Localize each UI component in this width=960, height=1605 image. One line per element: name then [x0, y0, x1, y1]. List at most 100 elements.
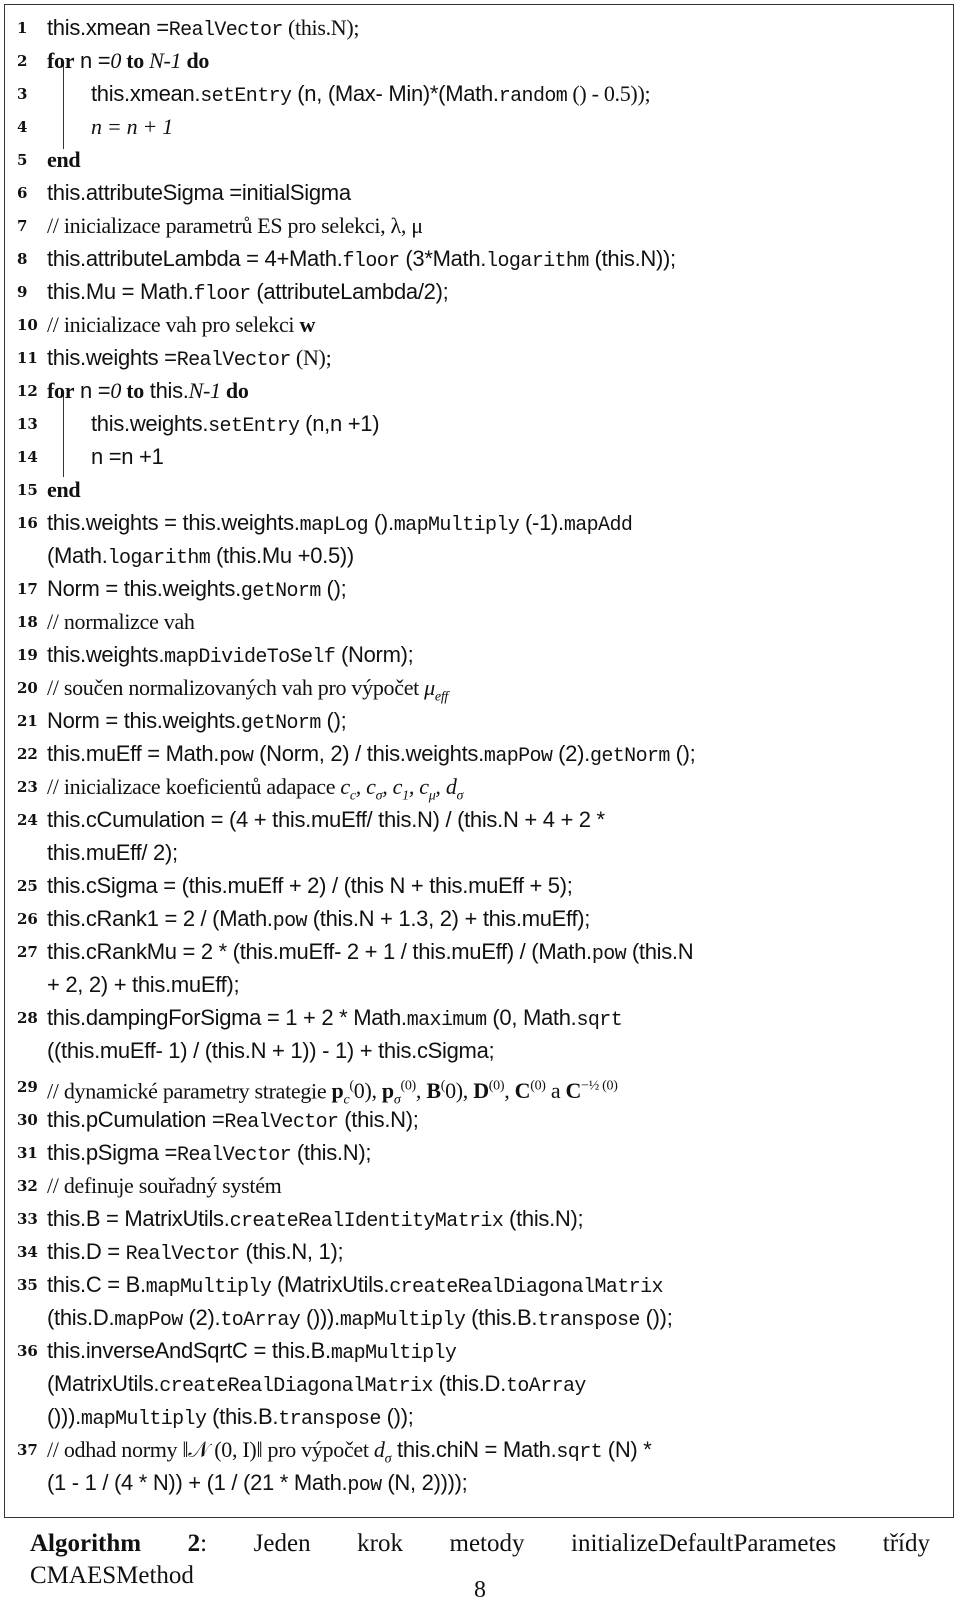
code-method: maximum	[406, 1009, 487, 1032]
code-text: (n, (Max- Min)*(Math.	[291, 81, 499, 106]
code-text: this.attributeSigma =initialSigma	[47, 180, 351, 205]
line-number: 25	[17, 877, 38, 895]
code-method: setEntry	[208, 415, 300, 438]
code-text: (MatrixUtils.	[47, 1371, 160, 1396]
code-text: this.weights =	[47, 345, 177, 370]
code-text: this.C = B.	[47, 1272, 146, 1297]
code-text: (attributeLambda/2);	[250, 279, 449, 304]
code-text: this.D =	[47, 1239, 126, 1264]
code-method: toArray	[220, 1309, 301, 1332]
line-number: 36	[17, 1342, 38, 1360]
line-number: 1	[17, 19, 28, 37]
code-method: logarithm	[107, 547, 211, 570]
code-method: mapLog	[299, 514, 369, 537]
code-text: ())).	[300, 1305, 340, 1330]
code-text: this.inverseAndSqrtC = this.B.	[47, 1338, 331, 1363]
code-text: (this.N	[626, 939, 694, 964]
line-number: 31	[17, 1144, 38, 1162]
code-method: transpose	[278, 1408, 381, 1431]
code-method: RealVector	[224, 1111, 339, 1134]
line-number: 4	[17, 118, 28, 136]
code-text: (this.N);	[338, 1107, 419, 1132]
code-text: this.muEff/ 2);	[47, 840, 178, 865]
code-text: ();	[320, 576, 347, 601]
line-number: 34	[17, 1243, 38, 1261]
code-text: this.weights.	[47, 642, 165, 667]
code-method: pow	[347, 1474, 382, 1497]
code-method: RealVector	[125, 1243, 241, 1266]
code-italic: N-1	[188, 378, 221, 403]
code-method: pow	[219, 745, 254, 768]
code-method: RealVector	[176, 349, 292, 372]
code-text: this.pSigma =	[47, 1140, 178, 1165]
line-number: 17	[17, 580, 38, 598]
code-text: (2).	[552, 741, 590, 766]
code-text: n =	[74, 48, 111, 73]
keyword-for: for	[47, 48, 75, 73]
code-math: n = n + 1	[91, 114, 173, 139]
code-text: (this.D.	[432, 1371, 507, 1396]
line-number: 23	[17, 778, 38, 796]
code-method: createRealDiagonalMatrix	[389, 1276, 663, 1299]
line-number: 8	[17, 250, 28, 268]
code-comment: // inicializace koeficientů adapace	[47, 774, 341, 799]
code-text: ().	[368, 510, 394, 535]
code-text: ((this.muEff- 1) / (this.N + 1)) - 1) + …	[47, 1038, 495, 1063]
code-text: n =	[74, 378, 111, 403]
keyword-do: do	[220, 378, 249, 403]
code-method: createRealIdentityMatrix	[229, 1210, 504, 1233]
code-text: (this.N + 1.3, 2) + this.muEff);	[306, 906, 591, 931]
code-math-strategy-params: pc(0), pσ(0), B(0), D(0), C(0) a C−½ (0)	[331, 1078, 618, 1108]
code-text: this.weights.	[91, 411, 209, 436]
line-number: 10	[17, 316, 38, 334]
code-text: ());	[639, 1305, 673, 1330]
line-number: 20	[17, 679, 38, 697]
line-number: 9	[17, 283, 28, 301]
line-number: 2	[17, 52, 28, 70]
code-math: w	[299, 312, 316, 337]
code-text: (Math.	[47, 543, 108, 568]
page-number: 8	[474, 1577, 486, 1603]
line-number: 28	[17, 1009, 38, 1027]
line-number: 32	[17, 1177, 38, 1195]
line-number: 6	[17, 184, 28, 202]
code-text: (this.N);	[291, 1140, 372, 1165]
code-method: getNorm	[240, 712, 321, 735]
code-text: (this.B.	[206, 1404, 279, 1429]
line-number: 5	[17, 151, 28, 169]
code-text: this.B = MatrixUtils.	[47, 1206, 230, 1231]
keyword-for: for	[47, 378, 75, 403]
code-method: mapMultiply	[393, 514, 520, 537]
code-text: ())).	[47, 1404, 81, 1429]
code-text: (1 - 1 / (4 * N)) + (1 / (21 * Math.	[47, 1470, 348, 1495]
code-text: (MatrixUtils.	[271, 1272, 390, 1297]
line-number: 35	[17, 1276, 38, 1294]
line-number: 30	[17, 1111, 38, 1129]
code-text: (Norm);	[335, 642, 414, 667]
code-text: () - 0.5));	[567, 81, 651, 106]
code-text: this.xmean.	[91, 81, 201, 106]
code-comment: // inicializace parametrů ES pro selekci…	[47, 213, 423, 238]
code-method: RealVector	[168, 19, 284, 42]
code-text: this.Mu = Math.	[47, 279, 194, 304]
code-italic: 0	[110, 48, 122, 73]
code-method: floor	[193, 283, 252, 306]
algorithm-caption: Algorithm 2: Jeden krok metody initializ…	[30, 1528, 930, 1560]
code-text: Norm = this.weights.	[47, 576, 241, 601]
code-text: this.	[143, 378, 189, 403]
code-method: pow	[272, 910, 308, 933]
code-text: this.pCumulation =	[47, 1107, 225, 1132]
code-method: RealVector	[177, 1144, 292, 1167]
code-text: this.chiN = Math.	[391, 1437, 557, 1462]
code-method: mapDivideToSelf	[164, 646, 336, 669]
line-number: 3	[17, 85, 28, 103]
code-text: (this.N));	[588, 246, 677, 271]
line-number: 22	[17, 745, 38, 763]
code-comment: // odhad normy ‖𝒩 (0, I)‖ pro výpočet	[47, 1437, 374, 1462]
code-text: ();	[320, 708, 347, 733]
code-comment: // dynamické parametry strategie	[47, 1078, 332, 1104]
line-number: 15	[17, 481, 38, 499]
caption-label: Algorithm 2	[30, 1530, 201, 1557]
code-text: Norm = this.weights.	[47, 708, 241, 733]
code-math: μ	[424, 675, 435, 700]
